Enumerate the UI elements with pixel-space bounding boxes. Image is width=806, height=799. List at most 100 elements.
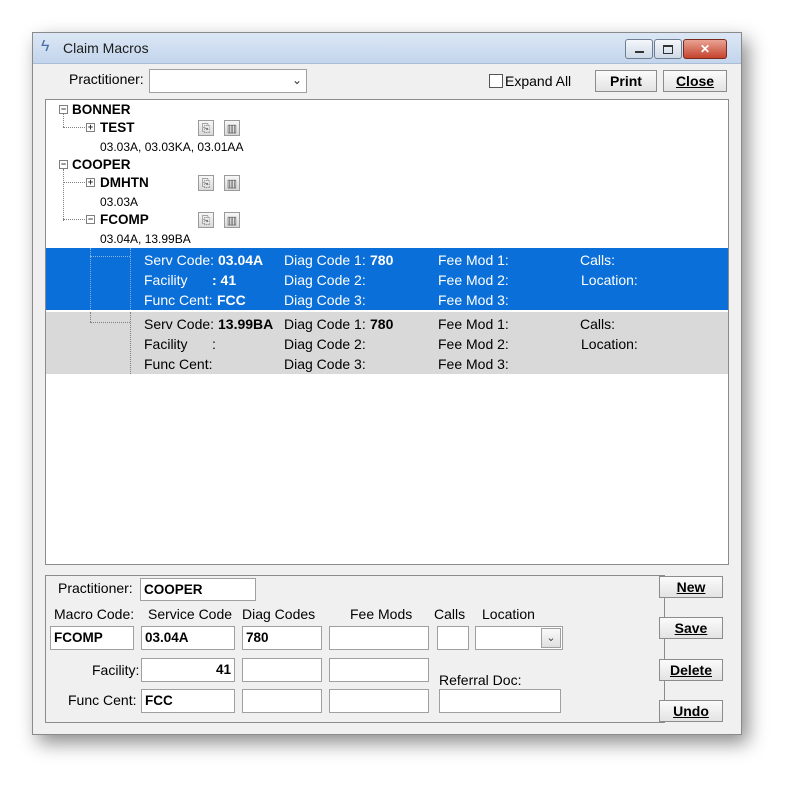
undo-button[interactable]: Undo bbox=[659, 700, 723, 722]
macro-codes: 03.03A bbox=[100, 195, 139, 209]
macro-codes: 03.03A, 03.03KA, 03.01AA bbox=[100, 140, 244, 154]
expand-all-label: Expand All bbox=[505, 73, 572, 89]
func-cent-field[interactable]: FCC bbox=[141, 689, 235, 713]
expand-icon[interactable]: + bbox=[86, 123, 95, 132]
trash-icon[interactable]: ▥ bbox=[224, 175, 240, 191]
referral-doc-field[interactable] bbox=[439, 689, 561, 713]
tree-line bbox=[130, 312, 131, 374]
calls-header-label: Calls bbox=[434, 606, 466, 622]
tree-macro-fcomp[interactable]: FCOMP bbox=[100, 212, 149, 227]
delete-button[interactable]: Delete bbox=[659, 659, 723, 681]
form-practitioner-label: Practitioner: bbox=[58, 580, 133, 596]
diag-code-3-label: Diag Code 3: bbox=[284, 292, 366, 308]
copy-icon[interactable]: ⎘ bbox=[198, 175, 214, 191]
tree-line bbox=[130, 248, 131, 310]
tree-line bbox=[90, 312, 91, 322]
serv-code-label: Serv Code: bbox=[144, 316, 215, 332]
title-bar[interactable]: ϟ Claim Macros ✕ bbox=[33, 33, 741, 64]
location-select[interactable]: ⌄ bbox=[475, 626, 563, 650]
diag-code-3-field[interactable] bbox=[242, 689, 322, 713]
diag-code-1-label: Diag Code 1: bbox=[284, 252, 366, 268]
collapse-icon[interactable]: − bbox=[59, 160, 68, 169]
diag-code-1-label: Diag Code 1: bbox=[284, 316, 366, 332]
app-icon: ϟ bbox=[41, 38, 50, 55]
practitioner-field[interactable]: COOPER bbox=[140, 578, 256, 601]
practitioner-filter-label: Practitioner: bbox=[69, 71, 144, 87]
collapse-icon[interactable]: − bbox=[59, 105, 68, 114]
fee-mod-2-field[interactable] bbox=[329, 658, 429, 682]
diag-codes-label: Diag Codes bbox=[242, 606, 316, 622]
fee-mod-1-label: Fee Mod 1: bbox=[438, 316, 509, 332]
diag-code-2-field[interactable] bbox=[242, 658, 322, 682]
close-button[interactable]: Close bbox=[663, 70, 727, 92]
fee-mod-1-label: Fee Mod 1: bbox=[438, 252, 509, 268]
location-header-label: Location bbox=[482, 606, 535, 622]
calls-field[interactable] bbox=[437, 626, 469, 650]
diag-code-2-label: Diag Code 2: bbox=[284, 272, 366, 288]
service-code-field[interactable]: 03.04A bbox=[141, 626, 235, 650]
serv-code-label: Serv Code: bbox=[144, 252, 215, 268]
practitioner-select[interactable]: ⌄ bbox=[149, 69, 307, 93]
location-label: Location: bbox=[581, 272, 638, 288]
func-cent-label: Func Cent: bbox=[144, 356, 213, 372]
macro-edit-form: Practitioner: COOPER Macro Code: Service… bbox=[45, 575, 665, 723]
chevron-down-icon[interactable]: ⌄ bbox=[541, 628, 561, 648]
facility-value: : bbox=[212, 336, 216, 352]
tree-line bbox=[63, 219, 85, 220]
tree-line bbox=[63, 127, 85, 128]
tree-macro-test[interactable]: TEST bbox=[100, 120, 135, 135]
serv-code-value: 03.04A bbox=[218, 252, 264, 268]
tree-line bbox=[90, 256, 130, 257]
maximize-icon bbox=[663, 44, 673, 54]
facility-field[interactable]: 41 bbox=[141, 658, 235, 682]
detail-row-selected[interactable]: Serv Code: 03.04A Facility : 41 Func Cen… bbox=[46, 248, 728, 310]
macro-tree[interactable]: − BONNER + TEST ⎘ ▥ 03.03A, 03.03KA, 03.… bbox=[45, 99, 729, 565]
diag-code-1-value: 780 bbox=[370, 316, 394, 332]
fee-mod-3-field[interactable] bbox=[329, 689, 429, 713]
fee-mods-label: Fee Mods bbox=[350, 606, 413, 622]
diag-code-1-field[interactable]: 780 bbox=[242, 626, 322, 650]
fee-mod-2-label: Fee Mod 2: bbox=[438, 272, 509, 288]
close-icon: ✕ bbox=[699, 42, 711, 56]
claim-macros-window: ϟ Claim Macros ✕ Practitioner: ⌄ Expand … bbox=[32, 32, 742, 735]
diag-code-2-label: Diag Code 2: bbox=[284, 336, 366, 352]
expand-all-checkbox[interactable] bbox=[489, 74, 503, 88]
fee-mod-3-label: Fee Mod 3: bbox=[438, 292, 509, 308]
expand-icon[interactable]: + bbox=[86, 178, 95, 187]
service-code-label: Service Code bbox=[148, 606, 233, 622]
diag-code-3-label: Diag Code 3: bbox=[284, 356, 366, 372]
fee-mod-1-field[interactable] bbox=[329, 626, 429, 650]
tree-group-bonner[interactable]: BONNER bbox=[72, 102, 131, 117]
referral-doc-label: Referral Doc: bbox=[439, 672, 522, 688]
tree-line bbox=[63, 114, 64, 127]
trash-icon[interactable]: ▥ bbox=[224, 212, 240, 228]
detail-row[interactable]: Serv Code: 13.99BA Facility : Func Cent:… bbox=[46, 312, 728, 374]
window-close-button[interactable]: ✕ bbox=[683, 39, 727, 59]
tree-group-cooper[interactable]: COOPER bbox=[72, 157, 131, 172]
serv-code-value: 13.99BA bbox=[218, 316, 274, 332]
maximize-button[interactable] bbox=[654, 39, 682, 59]
location-label: Location: bbox=[581, 336, 638, 352]
fee-mod-2-label: Fee Mod 2: bbox=[438, 336, 509, 352]
func-cent-label: Func Cent: bbox=[68, 692, 137, 708]
tree-macro-dmhtn[interactable]: DMHTN bbox=[100, 175, 149, 190]
print-button[interactable]: Print bbox=[595, 70, 657, 92]
minimize-icon bbox=[634, 51, 644, 53]
diag-code-1-value: 780 bbox=[370, 252, 394, 268]
collapse-icon[interactable]: − bbox=[86, 215, 95, 224]
macro-codes: 03.04A, 13.99BA bbox=[100, 232, 191, 246]
minimize-button[interactable] bbox=[625, 39, 653, 59]
macro-code-field[interactable]: FCOMP bbox=[50, 626, 134, 650]
new-button[interactable]: New bbox=[659, 576, 723, 598]
chevron-down-icon: ⌄ bbox=[291, 73, 302, 87]
trash-icon[interactable]: ▥ bbox=[224, 120, 240, 136]
tree-line bbox=[90, 248, 91, 310]
tree-line bbox=[63, 182, 85, 183]
tree-line bbox=[90, 322, 130, 323]
save-button[interactable]: Save bbox=[659, 617, 723, 639]
func-cent-value: FCC bbox=[217, 292, 246, 308]
copy-icon[interactable]: ⎘ bbox=[198, 212, 214, 228]
calls-label: Calls: bbox=[580, 316, 616, 332]
func-cent-label: Func Cent: bbox=[144, 292, 213, 308]
copy-icon[interactable]: ⎘ bbox=[198, 120, 214, 136]
